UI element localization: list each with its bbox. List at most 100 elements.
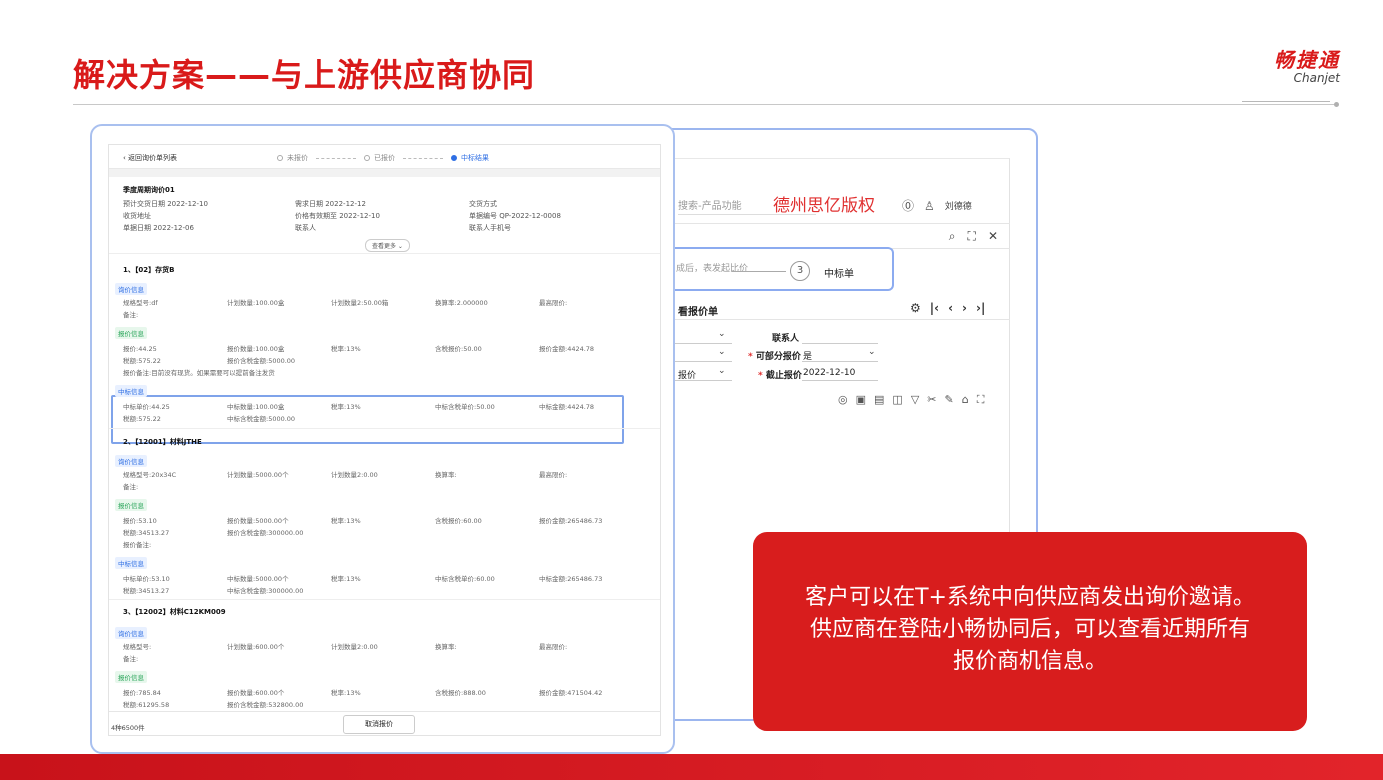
rate: 换算率: bbox=[435, 643, 457, 651]
print-icon[interactable]: ▤ bbox=[874, 393, 884, 407]
filter-icon[interactable]: ▽ bbox=[911, 393, 919, 407]
plan-qty: 计划数量:5000.00个 bbox=[227, 471, 289, 479]
last-icon[interactable]: ›| bbox=[976, 301, 985, 315]
plan-qty2: 计划数量2:50.00箱 bbox=[331, 299, 389, 307]
title-divider-accent bbox=[1242, 101, 1330, 102]
callout-box: 客户可以在T+系统中向供应商发出询价邀请。 供应商在登陆小畅协同后，可以查看近期… bbox=[753, 532, 1307, 731]
tax-incl-amount: 报价含税金额:300000.00 bbox=[227, 529, 304, 537]
quote-amount: 报价金额:4424.78 bbox=[539, 345, 595, 353]
contact-field[interactable] bbox=[802, 343, 878, 344]
divider bbox=[109, 253, 660, 254]
supplier-app-screenshot: ‹ 返回询价单列表 未报价 已报价 中标结果 季度周期询价01 预计交货日期 2… bbox=[90, 124, 675, 754]
first-icon[interactable]: |‹ bbox=[930, 301, 939, 315]
doc-date: 单据日期 2022-12-06 bbox=[123, 224, 194, 232]
quote-note: 报价备注:目前没有现货。如果需要可以提前备注发货 bbox=[123, 369, 275, 377]
quote-qty: 报价数量:5000.00个 bbox=[227, 517, 289, 525]
award-tax-incl-amount: 中标含税金额:5000.00 bbox=[227, 415, 296, 423]
callout-line-3: 报价商机信息。 bbox=[952, 649, 1107, 674]
chevron-down-icon[interactable]: ⌄ bbox=[718, 347, 726, 357]
price-valid: 价格有效期至 2022-12-10 bbox=[295, 212, 380, 220]
chevron-down-icon[interactable]: ⌄ bbox=[718, 329, 726, 339]
user-icon[interactable]: ♙ bbox=[924, 199, 935, 213]
export-icon[interactable]: ◫ bbox=[892, 393, 902, 407]
chevron-down-icon[interactable]: ⌄ bbox=[868, 347, 876, 357]
quote-note: 报价备注: bbox=[123, 541, 152, 549]
tax-incl-price: 含税报价:888.00 bbox=[435, 689, 486, 697]
rate: 换算率: bbox=[435, 471, 457, 479]
cancel-quote-button[interactable]: 取消报价 bbox=[343, 715, 415, 734]
tax-incl-amount: 报价含税金额:532800.00 bbox=[227, 701, 304, 709]
watermark-text: 德州思亿版权 bbox=[773, 196, 875, 216]
inquiry-tag: 询价信息 bbox=[115, 283, 147, 295]
fullscreen-icon[interactable]: ⛶ bbox=[968, 229, 976, 244]
demand-date: 需求日期 2022-12-12 bbox=[295, 200, 366, 208]
note: 备注: bbox=[123, 483, 139, 491]
award-amount: 中标金额:4424.78 bbox=[539, 403, 595, 411]
user-name[interactable]: 刘德德 bbox=[945, 199, 972, 212]
inquiry-detail-page: ‹ 返回询价单列表 未报价 已报价 中标结果 季度周期询价01 预计交货日期 2… bbox=[108, 144, 661, 736]
edit-icon[interactable]: ✎ bbox=[945, 393, 954, 407]
process-steps: 成后，表发起比价 3 中标单 bbox=[662, 247, 894, 291]
total-count: 4种6500件 bbox=[111, 724, 145, 732]
quote-tag: 报价信息 bbox=[115, 671, 147, 683]
select-underline bbox=[802, 380, 878, 381]
quote-qty: 报价数量:100.00盒 bbox=[227, 345, 285, 353]
back-link-label: 返回询价单列表 bbox=[128, 154, 178, 162]
plan-qty2: 计划数量2:0.00 bbox=[331, 471, 378, 479]
item-title: 3、【12002】材料C12KM009 bbox=[123, 608, 226, 616]
tax-amount: 税额:575.22 bbox=[123, 357, 161, 365]
note: 备注: bbox=[123, 655, 139, 663]
divider bbox=[109, 599, 660, 600]
tools-icon[interactable]: ✂ bbox=[927, 393, 936, 407]
next-icon[interactable]: › bbox=[962, 301, 967, 315]
inquiry-tag: 询价信息 bbox=[115, 627, 147, 639]
section-divider bbox=[662, 319, 1010, 320]
back-link[interactable]: ‹ 返回询价单列表 bbox=[123, 153, 177, 163]
doc-no: 单据编号 QP-2022-12-0008 bbox=[469, 212, 561, 220]
tax-amount: 税额:34513.27 bbox=[123, 529, 170, 537]
divider bbox=[109, 428, 660, 429]
expand-icon[interactable]: ⛶ bbox=[977, 393, 985, 407]
top-toolbar: ⓪ ♙ 刘德德 bbox=[902, 197, 972, 214]
award-qty: 中标数量:100.00盒 bbox=[227, 403, 285, 411]
tax-rate: 税率:13% bbox=[331, 345, 361, 353]
location-icon[interactable]: ◎ bbox=[838, 393, 848, 407]
help-icon[interactable]: ⓪ bbox=[902, 197, 914, 214]
title-divider bbox=[73, 104, 1338, 105]
step-description: 成后，表发起比价 bbox=[676, 264, 749, 274]
close-icon[interactable]: ✕ bbox=[988, 229, 998, 244]
header-spacer bbox=[109, 169, 660, 177]
quote-tag: 报价信息 bbox=[115, 499, 147, 511]
logo-english: Chanjet bbox=[1293, 71, 1340, 85]
award-tag: 中标信息 bbox=[115, 557, 147, 569]
window-toolbar: ⌕ ⛶ ✕ bbox=[662, 223, 1010, 249]
quote-qty: 报价数量:600.00个 bbox=[227, 689, 285, 697]
footer-bar bbox=[0, 754, 1383, 780]
tax-incl-price: 含税报价:60.00 bbox=[435, 517, 482, 525]
plan-qty: 计划数量:600.00个 bbox=[227, 643, 285, 651]
search-icon[interactable]: ⌕ bbox=[949, 229, 956, 244]
tax-amount: 税额:61295.58 bbox=[123, 701, 170, 709]
award-price: 中标单价:53.10 bbox=[123, 575, 170, 583]
settings-icon[interactable]: ⚙ bbox=[910, 301, 921, 315]
award-tax-incl-price: 中标含税单价:60.00 bbox=[435, 575, 495, 583]
slide-title: 解决方案——与上游供应商协同 bbox=[73, 56, 536, 94]
show-more-button[interactable]: 查看更多 ⌄ bbox=[365, 239, 410, 252]
tax-incl-amount: 报价含税金额:5000.00 bbox=[227, 357, 296, 365]
award-tax-incl-price: 中标含税单价:50.00 bbox=[435, 403, 495, 411]
step-label[interactable]: 中标单 bbox=[824, 265, 854, 280]
callout-line-2: 供应商在登陆小畅协同后，可以查看近期所有 bbox=[809, 617, 1250, 642]
partial-quote-label: 可部分报价 bbox=[748, 349, 801, 362]
prev-icon[interactable]: ‹ bbox=[948, 301, 953, 315]
quote-price: 报价:785.84 bbox=[123, 689, 161, 697]
note: 备注: bbox=[123, 311, 139, 319]
spec: 规格型号:df bbox=[123, 299, 158, 307]
copy-icon[interactable]: ▣ bbox=[856, 393, 866, 407]
deadline-value[interactable]: 2022-12-10 bbox=[803, 368, 855, 378]
award-amount: 中标金额:265486.73 bbox=[539, 575, 603, 583]
home-icon[interactable]: ⌂ bbox=[962, 393, 969, 407]
award-price: 中标单价:44.25 bbox=[123, 403, 170, 411]
chevron-down-icon[interactable]: ⌄ bbox=[718, 366, 726, 376]
logo-chinese: 畅捷通 bbox=[1274, 48, 1340, 72]
max-price: 最高限价: bbox=[539, 471, 568, 479]
